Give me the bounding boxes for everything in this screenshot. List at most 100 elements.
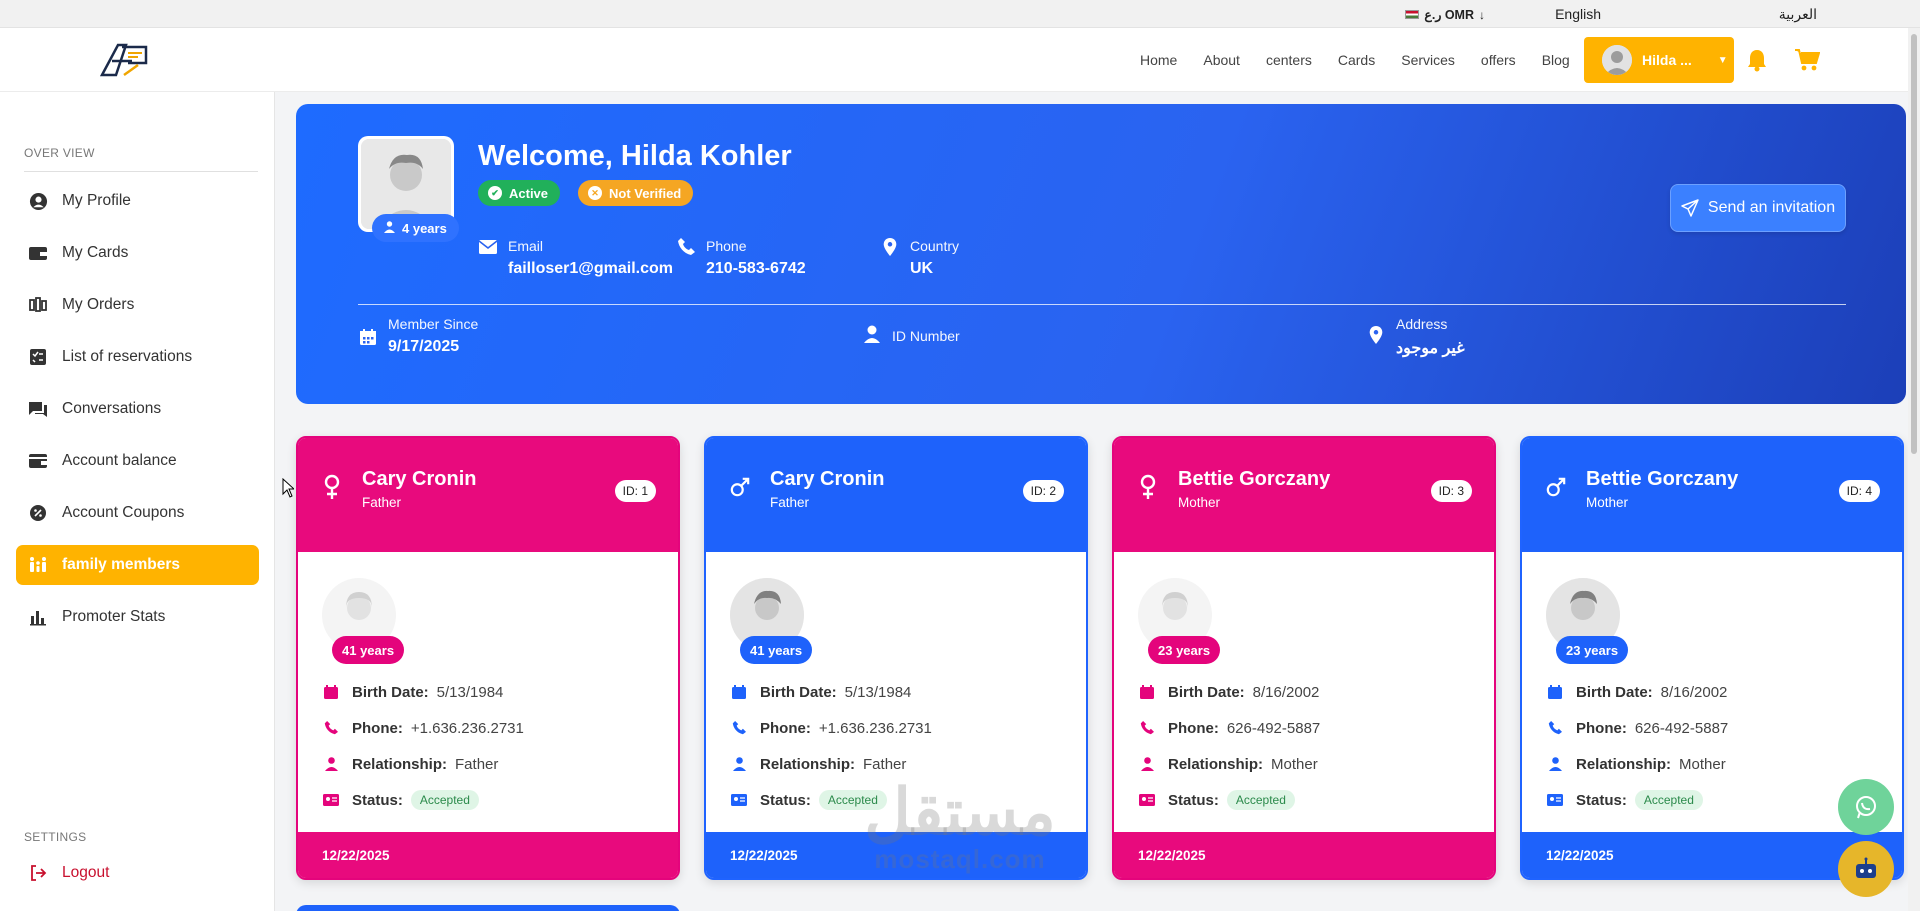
age-badge: 4 years: [372, 214, 459, 242]
language-arabic-link[interactable]: العربية: [1779, 6, 1817, 23]
phone-label: Phone:: [352, 719, 403, 737]
section-divider: [24, 171, 258, 172]
birth-date-row: Birth Date: 5/13/1984: [322, 681, 503, 703]
birth-date-value: 8/16/2002: [1252, 683, 1320, 701]
phone-value: +1.636.236.2731: [410, 719, 524, 737]
user-menu-button[interactable]: Hilda ... ▼: [1584, 37, 1734, 83]
sidebar-item-my-orders[interactable]: My Orders: [16, 285, 259, 325]
nav-blog[interactable]: Blog: [1542, 52, 1570, 68]
birth-date-label: Birth Date:: [352, 683, 429, 701]
sidebar-item-conversations[interactable]: Conversations: [16, 389, 259, 429]
relationship-row: Relationship: Father: [322, 753, 498, 775]
status-row: Status: Accepted: [322, 789, 479, 811]
send-invitation-button[interactable]: Send an invitation: [1670, 184, 1846, 232]
status-badge: Accepted: [410, 790, 479, 810]
birth-date-label: Birth Date:: [1168, 683, 1245, 701]
status-label: Status:: [1168, 791, 1219, 809]
overview-section-label: OVER VIEW: [24, 146, 95, 160]
map-pin-icon: [883, 238, 897, 256]
nav-offers[interactable]: offers: [1481, 52, 1516, 68]
sidebar-item-account-coupons[interactable]: Account Coupons: [16, 493, 259, 533]
member-name: Cary Cronin: [770, 468, 885, 490]
phone-label: Phone: [706, 238, 747, 254]
logout-button[interactable]: Logout: [16, 853, 259, 893]
address-label: Address: [1396, 316, 1448, 332]
page-scrollbar[interactable]: [1908, 28, 1920, 911]
status-badge-active: ✔ Active: [478, 180, 561, 206]
member-age-badge: 23 years: [1148, 636, 1221, 664]
phone-row: Phone: +1.636.236.2731: [730, 717, 932, 739]
next-member-card-edge: [296, 905, 680, 911]
member-role: Father: [770, 495, 810, 510]
family-icon: [28, 555, 48, 575]
member-role: Mother: [1178, 495, 1221, 510]
phone-icon: [678, 238, 695, 255]
site-logo[interactable]: [98, 41, 152, 79]
id-number-label: ID Number: [892, 328, 960, 344]
id-card-icon: [322, 791, 340, 809]
sidebar-item-my-profile[interactable]: My Profile: [16, 181, 259, 221]
member-id-badge: ID: 4: [1838, 480, 1880, 502]
status-label: Status:: [760, 791, 811, 809]
whatsapp-button[interactable]: [1838, 779, 1894, 835]
relationship-row: Relationship: Father: [730, 753, 906, 775]
member-id-badge: ID: 1: [614, 480, 656, 502]
status-row: Status: Accepted: [1138, 789, 1295, 811]
scrollbar-thumb[interactable]: [1911, 34, 1917, 454]
birth-date-row: Birth Date: 5/13/1984: [730, 681, 911, 703]
calendar-icon: [730, 683, 748, 701]
member-date: 12/22/2025: [1114, 832, 1494, 878]
check-icon: ✔: [488, 186, 502, 200]
profile-banner: 4 years Welcome, Hilda Kohler ✔ Active ✕…: [296, 104, 1906, 404]
user-icon: [730, 755, 748, 773]
country-value: UK: [910, 260, 934, 277]
nav-cards[interactable]: Cards: [1338, 52, 1375, 68]
phone-icon: [1138, 719, 1156, 737]
birth-date-row: Birth Date: 8/16/2002: [1138, 681, 1319, 703]
watermark: مستقل mostaql.com: [840, 780, 1080, 875]
envelope-icon: [478, 240, 498, 254]
sidebar-item-promoter-stats[interactable]: Promoter Stats: [16, 597, 259, 637]
sidebar-item-family-members[interactable]: family members: [16, 545, 259, 585]
card-header: Bettie Gorczany Mother ID: 3: [1114, 438, 1494, 552]
status-label: Status:: [352, 791, 403, 809]
currency-label: ر.ع OMR: [1424, 8, 1474, 22]
phone-row: Phone: +1.636.236.2731: [322, 717, 524, 739]
chart-candles-icon: [28, 295, 48, 315]
phone-value: 626-492-5887: [1634, 719, 1729, 737]
banner-divider: [358, 304, 1846, 305]
sidebar-item-account-balance[interactable]: Account balance: [16, 441, 259, 481]
top-strip: ر.ع OMR ↓ English العربية: [0, 0, 1920, 28]
female-gender-icon: [1140, 474, 1156, 499]
chatbot-button[interactable]: [1838, 841, 1894, 897]
calendar-icon: [1138, 683, 1156, 701]
bell-icon[interactable]: [1746, 48, 1768, 72]
language-english-link[interactable]: English: [1555, 6, 1601, 22]
sidebar-item-label: My Profile: [62, 192, 131, 209]
phone-value: 210-583-6742: [706, 260, 806, 277]
sidebar-item-reservations[interactable]: List of reservations: [16, 337, 259, 377]
nav-about[interactable]: About: [1203, 52, 1240, 68]
sidebar-item-label: Promoter Stats: [62, 608, 166, 625]
birth-date-row: Birth Date: 8/16/2002: [1546, 681, 1727, 703]
card-header: Cary Cronin Father ID: 1: [298, 438, 678, 552]
id-card-icon: [1546, 791, 1564, 809]
cart-icon[interactable]: [1794, 48, 1820, 72]
address-value: غير موجود: [1396, 340, 1465, 357]
member-since-value: 9/17/2025: [388, 338, 460, 355]
nav-home[interactable]: Home: [1140, 52, 1177, 68]
relationship-value: Mother: [1679, 755, 1726, 773]
country-label: Country: [910, 238, 960, 254]
member-date: 12/22/2025: [298, 832, 678, 878]
nav-services[interactable]: Services: [1401, 52, 1455, 68]
currency-selector[interactable]: ر.ع OMR ↓: [1405, 7, 1485, 22]
member-role: Father: [362, 495, 402, 510]
nav-centers[interactable]: centers: [1266, 52, 1312, 68]
avatar: [1602, 45, 1632, 75]
sidebar-item-my-cards[interactable]: My Cards: [16, 233, 259, 273]
phone-icon: [730, 719, 748, 737]
member-id-badge: ID: 2: [1022, 480, 1064, 502]
welcome-title: Welcome, Hilda Kohler: [478, 140, 792, 172]
email-value: failloser1@gmail.com: [508, 260, 673, 277]
family-member-card: Cary Cronin Father ID: 1 41 years Birth …: [296, 436, 680, 880]
